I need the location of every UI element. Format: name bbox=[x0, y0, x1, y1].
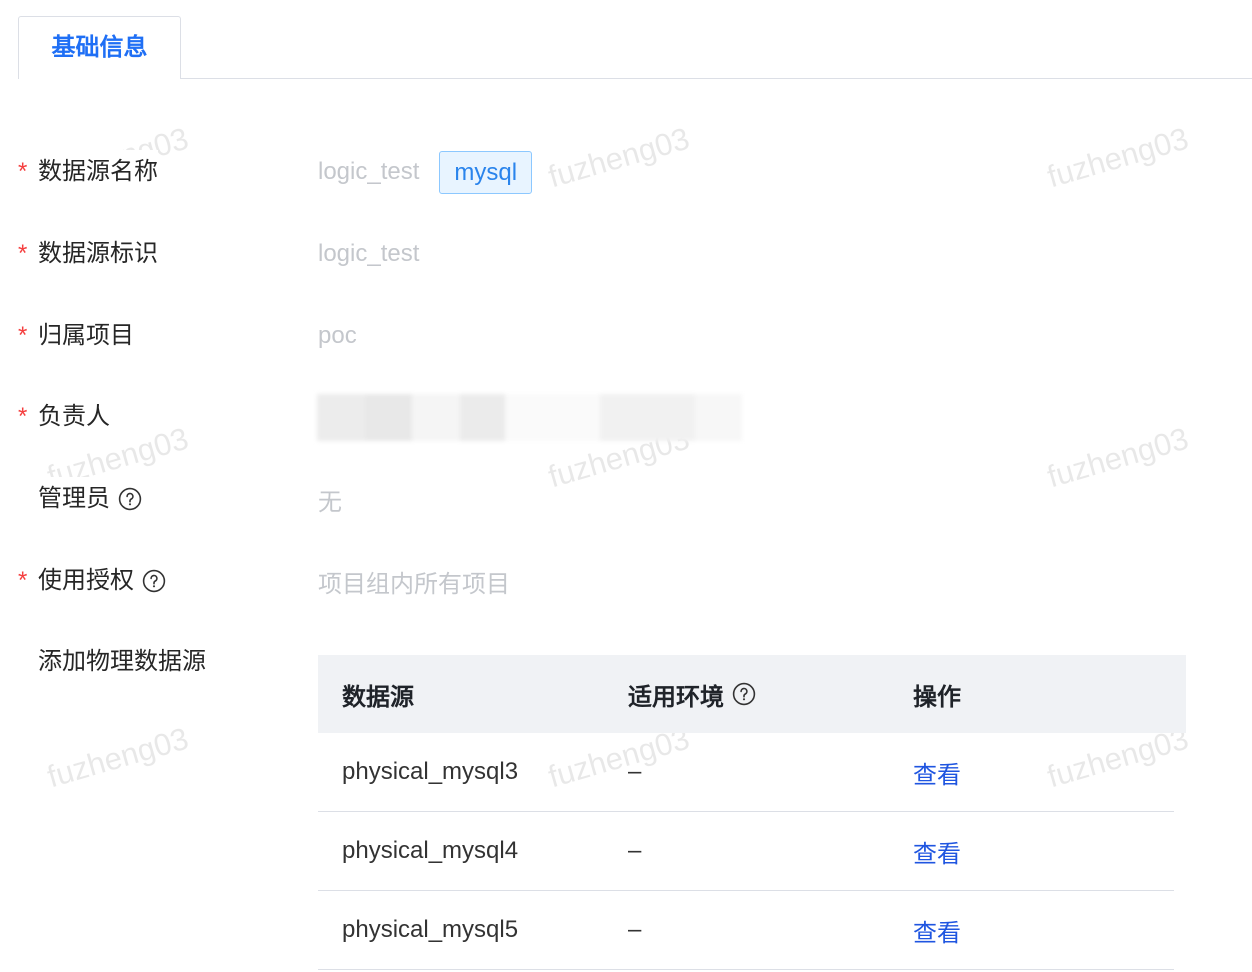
required-mark: * bbox=[18, 158, 28, 185]
datasource-name-label: 数据源名称 bbox=[38, 150, 158, 194]
datasource-cell: physical_mysql5 bbox=[342, 916, 519, 943]
field-label-wrap: 数据源标识 bbox=[38, 232, 158, 276]
redacted-pixel bbox=[695, 393, 742, 441]
field-label-wrap: 负责人 bbox=[38, 395, 110, 439]
tab-basic-info[interactable]: 基础信息 bbox=[18, 16, 181, 79]
basic-info-form: * 数据源名称 logic_test mysql * 数据源标识 logic_t… bbox=[0, 0, 1252, 972]
authorization-value: 项目组内所有项目 bbox=[318, 570, 510, 598]
field-datasource-identifier: * 数据源标识 logic_test bbox=[0, 232, 1252, 276]
redacted-pixel bbox=[317, 393, 365, 441]
field-label-wrap: 使用授权 bbox=[38, 559, 166, 603]
owner-value-wrap bbox=[317, 393, 742, 441]
field-label-wrap: 管理员 bbox=[38, 477, 142, 521]
redacted-pixel bbox=[505, 393, 600, 441]
physical-sources-label: 添加物理数据源 bbox=[38, 640, 206, 684]
table-header: 数据源 适用环境 操作 bbox=[318, 655, 1186, 733]
datasource-cell: physical_mysql3 bbox=[342, 758, 519, 785]
column-header-label: 适用环境 bbox=[628, 683, 724, 711]
redacted-pixel bbox=[600, 393, 695, 441]
field-datasource-name: * 数据源名称 logic_test mysql bbox=[0, 150, 1252, 194]
datasource-identifier-value: logic_test bbox=[318, 240, 420, 267]
table-row: physical_mysql5 – 查看 bbox=[318, 891, 1174, 970]
required-mark: * bbox=[18, 240, 28, 267]
datasource-name-value: logic_test bbox=[318, 158, 420, 185]
actions-cell: 查看 bbox=[889, 913, 1174, 948]
view-link[interactable]: 查看 bbox=[913, 834, 961, 869]
authorization-label: 使用授权 bbox=[38, 559, 134, 603]
datasource-cell: physical_mysql4 bbox=[342, 837, 519, 864]
field-admin: 管理员 无 bbox=[0, 477, 1252, 521]
field-project: * 归属项目 poc bbox=[0, 314, 1252, 358]
environment-cell: – bbox=[628, 837, 642, 864]
required-mark: * bbox=[18, 403, 28, 430]
column-header-label: 操作 bbox=[913, 683, 961, 711]
environment-cell: – bbox=[628, 916, 642, 943]
column-header-actions: 操作 bbox=[889, 677, 1186, 712]
project-label: 归属项目 bbox=[38, 314, 134, 358]
redacted-pixel bbox=[365, 393, 412, 441]
project-value: poc bbox=[318, 322, 357, 349]
view-link[interactable]: 查看 bbox=[913, 913, 961, 948]
actions-cell: 查看 bbox=[889, 755, 1174, 790]
required-mark: * bbox=[18, 567, 28, 594]
column-header-label: 数据源 bbox=[342, 683, 414, 711]
field-label-wrap: 添加物理数据源 bbox=[38, 640, 206, 684]
question-circle-icon[interactable] bbox=[732, 682, 756, 706]
field-authorization: * 使用授权 项目组内所有项目 bbox=[0, 559, 1252, 603]
question-circle-icon[interactable] bbox=[118, 487, 142, 511]
redacted-pixel bbox=[460, 393, 505, 441]
field-owner: * 负责人 bbox=[0, 393, 1252, 441]
question-circle-icon[interactable] bbox=[142, 569, 166, 593]
column-header-datasource: 数据源 bbox=[318, 677, 604, 712]
required-mark: * bbox=[18, 322, 28, 349]
datasource-type-tag: mysql bbox=[439, 150, 533, 194]
owner-value-redacted bbox=[317, 393, 742, 441]
admin-value: 无 bbox=[318, 488, 342, 516]
environment-cell: – bbox=[628, 758, 642, 785]
owner-label: 负责人 bbox=[38, 395, 110, 439]
datasource-name-value-wrap: logic_test mysql bbox=[318, 150, 533, 194]
physical-datasource-table: 数据源 适用环境 操作 physical_mysql3 – 查看 physica… bbox=[318, 655, 1186, 970]
table-row: physical_mysql3 – 查看 bbox=[318, 733, 1174, 812]
redacted-pixel bbox=[412, 393, 460, 441]
view-link[interactable]: 查看 bbox=[913, 755, 961, 790]
field-label-wrap: 数据源名称 bbox=[38, 150, 158, 194]
admin-label: 管理员 bbox=[38, 477, 110, 521]
actions-cell: 查看 bbox=[889, 834, 1174, 869]
table-row: physical_mysql4 – 查看 bbox=[318, 812, 1174, 891]
field-label-wrap: 归属项目 bbox=[38, 314, 134, 358]
column-header-environment: 适用环境 bbox=[604, 677, 889, 712]
datasource-identifier-label: 数据源标识 bbox=[38, 232, 158, 276]
